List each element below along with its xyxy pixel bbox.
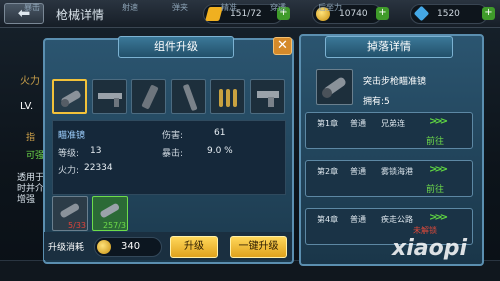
item-name: 瞄准镜: [58, 131, 86, 141]
scope-icon: [61, 90, 81, 107]
double-chevron-icon: >>>: [429, 212, 448, 223]
chapter-stage: 兄弟连: [381, 119, 405, 128]
chapter-difficulty: 普通: [350, 167, 366, 176]
page-title: 枪械详情: [56, 8, 105, 22]
tab-recoil[interactable]: 后坐力: [318, 2, 342, 13]
chapter-stage: 疾走公路: [381, 215, 413, 224]
material-slot-2[interactable]: 257/3: [92, 196, 128, 231]
damage-value: 61: [214, 128, 226, 138]
crit-value: 9.0 %: [207, 146, 233, 156]
drop-item-name: 突击步枪瞄准镜: [363, 77, 427, 87]
component-slot-ammo[interactable]: [210, 79, 245, 114]
magazine-icon: [141, 85, 159, 109]
component-slots: [52, 79, 286, 116]
chapter-number: 第1章: [317, 119, 339, 128]
firepower-label: 火力:: [58, 166, 80, 176]
crit-label: 暴击:: [162, 149, 184, 159]
material-count: 5/33: [68, 221, 86, 230]
upgrade-button[interactable]: 升级: [170, 236, 218, 258]
scope-icon: [322, 77, 346, 98]
gold-value: 10740: [339, 9, 368, 19]
left-text-2: 可强: [26, 151, 45, 161]
watermark-logo: xiaopi: [392, 236, 467, 261]
grip-icon: [257, 91, 279, 107]
close-icon: ✕: [277, 38, 288, 53]
stock-icon: [98, 93, 122, 107]
material-slot-1[interactable]: 5/33: [52, 196, 88, 231]
upgrade-all-button[interactable]: 一键升级: [230, 236, 287, 258]
left-text-5: 增强: [17, 195, 36, 205]
gem-counter: 1520 +: [410, 4, 495, 24]
chapter-row-1[interactable]: 第1章 普通 兄弟连 >>> 前往: [305, 112, 473, 149]
diamond-icon: [413, 5, 430, 22]
upgrade-panel-title: 组件升级: [118, 36, 234, 58]
firepower-value: 22334: [84, 163, 113, 173]
locked-label: 未解锁: [413, 226, 437, 235]
muzzle-icon: [183, 84, 198, 111]
chapter-number: 第2章: [317, 167, 339, 176]
go-button[interactable]: 前往: [426, 134, 444, 147]
gem-value: 1520: [437, 9, 460, 19]
level-value: 13: [90, 146, 102, 156]
component-slot-grip[interactable]: [250, 79, 285, 114]
component-slot-muzzle[interactable]: [171, 79, 206, 114]
component-slot-magazine[interactable]: [131, 79, 166, 114]
tab-pierce[interactable]: 穿透: [270, 2, 286, 13]
chapter-row-2[interactable]: 第2章 普通 雾锁海港 >>> 前往: [305, 160, 473, 197]
chapter-difficulty: 普通: [350, 119, 366, 128]
double-chevron-icon: >>>: [429, 116, 448, 127]
left-text-1: 指: [26, 133, 36, 143]
close-button[interactable]: ✕: [273, 37, 292, 55]
component-slot-stock[interactable]: [92, 79, 127, 114]
material-count: 257/3: [102, 221, 126, 230]
tab-clip[interactable]: 弹夹: [172, 2, 188, 13]
double-chevron-icon: >>>: [429, 164, 448, 175]
drop-owned-count: 拥有:5: [363, 97, 390, 107]
drop-panel-title: 掉落详情: [325, 36, 453, 58]
coin-icon: [97, 240, 111, 254]
tab-rate[interactable]: 射速: [122, 2, 138, 13]
cost-label: 升级消耗: [48, 243, 85, 253]
add-gem-button[interactable]: +: [482, 7, 495, 20]
left-text-firepower: 火力: [20, 76, 40, 87]
drop-item-slot: [316, 69, 353, 105]
chapter-number: 第4章: [317, 215, 339, 224]
ammo-icon: [219, 89, 237, 107]
add-gold-button[interactable]: +: [376, 7, 389, 20]
go-button[interactable]: 前往: [426, 182, 444, 195]
tab-crit[interactable]: 暴击: [24, 2, 40, 13]
damage-label: 伤害:: [162, 131, 184, 141]
level-label: 等级:: [58, 149, 80, 159]
component-slot-scope[interactable]: [52, 79, 87, 114]
left-text-level: LV.: [20, 101, 34, 112]
tab-accuracy[interactable]: 精准: [221, 2, 237, 13]
chapter-difficulty: 普通: [350, 215, 366, 224]
chapter-stage: 雾锁海港: [381, 167, 413, 176]
